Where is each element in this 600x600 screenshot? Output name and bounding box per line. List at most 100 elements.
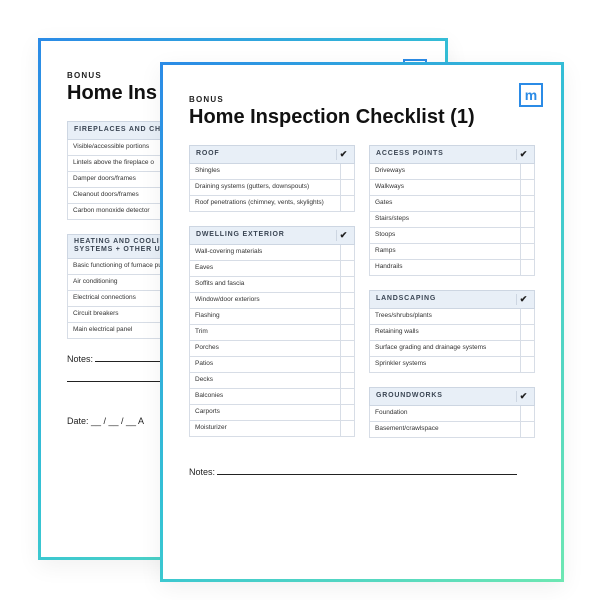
- item-label: Ramps: [370, 244, 520, 259]
- checkbox-cell[interactable]: [520, 325, 534, 340]
- checkbox-cell[interactable]: [520, 212, 534, 227]
- checkbox-cell[interactable]: [520, 406, 534, 421]
- item-label: Trees/shrubs/plants: [370, 309, 520, 324]
- section-header: ROOF ✔: [189, 145, 355, 164]
- checkbox-cell[interactable]: [340, 164, 354, 179]
- checklist-row: Patios: [189, 357, 355, 373]
- section-header: ACCESS POINTS ✔: [369, 145, 535, 164]
- item-label: Retaining walls: [370, 325, 520, 340]
- checkbox-cell[interactable]: [340, 277, 354, 292]
- checkbox-cell[interactable]: [520, 228, 534, 243]
- checkbox-cell[interactable]: [340, 309, 354, 324]
- checkbox-cell[interactable]: [340, 261, 354, 276]
- checklist-row: Moisturizer: [189, 421, 355, 437]
- checkbox-cell[interactable]: [340, 405, 354, 420]
- checklist-row: Trim: [189, 325, 355, 341]
- check-icon: ✔: [516, 294, 530, 305]
- page-title: Home Inspection Checklist (1): [189, 106, 535, 129]
- checklist-row: Walkways: [369, 180, 535, 196]
- item-label: Porches: [190, 341, 340, 356]
- item-label: Wall-covering materials: [190, 245, 340, 260]
- section-dwelling-exterior: DWELLING EXTERIOR ✔ Wall-covering materi…: [189, 226, 355, 437]
- checkbox-cell[interactable]: [340, 293, 354, 308]
- brand-logo-icon: m: [519, 83, 543, 107]
- checkbox-cell[interactable]: [520, 422, 534, 437]
- checklist-row: Sprinkler systems: [369, 357, 535, 373]
- checkbox-cell[interactable]: [340, 421, 354, 436]
- item-label: Foundation: [370, 406, 520, 421]
- checklist-row: Gates: [369, 196, 535, 212]
- left-column: ROOF ✔ Shingles Draining systems (gutter…: [189, 145, 355, 452]
- checkbox-cell[interactable]: [340, 357, 354, 372]
- item-label: Driveways: [370, 164, 520, 179]
- checklist-row: Eaves: [189, 261, 355, 277]
- checklist-row: Carports: [189, 405, 355, 421]
- section-header: LANDSCAPING ✔: [369, 290, 535, 309]
- checklist-row: Trees/shrubs/plants: [369, 309, 535, 325]
- item-label: Draining systems (gutters, downspouts): [190, 180, 340, 195]
- section-landscaping: LANDSCAPING ✔ Trees/shrubs/plants Retain…: [369, 290, 535, 373]
- checklist-row: Ramps: [369, 244, 535, 260]
- section-header: GROUNDWORKS ✔: [369, 387, 535, 406]
- columns: ROOF ✔ Shingles Draining systems (gutter…: [189, 145, 535, 452]
- canvas: m BONUS Home Ins FIREPLACES AND CHIMN ✔ …: [0, 0, 600, 600]
- checklist-row: Flashing: [189, 309, 355, 325]
- section-name: GROUNDWORKS: [376, 392, 516, 400]
- checkbox-cell[interactable]: [520, 341, 534, 356]
- item-label: Stairs/steps: [370, 212, 520, 227]
- checklist-row: Handrails: [369, 260, 535, 276]
- checklist-row: Draining systems (gutters, downspouts): [189, 180, 355, 196]
- item-label: Balconies: [190, 389, 340, 404]
- checklist-row: Driveways: [369, 164, 535, 180]
- checklist-row: Porches: [189, 341, 355, 357]
- checklist-row: Window/door exteriors: [189, 293, 355, 309]
- item-label: Gates: [370, 196, 520, 211]
- checkbox-cell[interactable]: [520, 196, 534, 211]
- item-label: Soffits and fascia: [190, 277, 340, 292]
- checkbox-cell[interactable]: [520, 357, 534, 372]
- section-roof: ROOF ✔ Shingles Draining systems (gutter…: [189, 145, 355, 212]
- item-label: Surface grading and drainage systems: [370, 341, 520, 356]
- checkbox-cell[interactable]: [520, 244, 534, 259]
- checkbox-cell[interactable]: [520, 164, 534, 179]
- section-name: LANDSCAPING: [376, 295, 516, 303]
- checkbox-cell[interactable]: [340, 325, 354, 340]
- notes-label: Notes:: [67, 354, 93, 364]
- checkbox-cell[interactable]: [340, 373, 354, 388]
- section-access-points: ACCESS POINTS ✔ Driveways Walkways Gates…: [369, 145, 535, 276]
- checklist-row: Soffits and fascia: [189, 277, 355, 293]
- checkbox-cell[interactable]: [520, 180, 534, 195]
- item-label: Moisturizer: [190, 421, 340, 436]
- checkbox-cell[interactable]: [520, 260, 534, 275]
- item-label: Shingles: [190, 164, 340, 179]
- check-icon: ✔: [336, 149, 350, 160]
- checkbox-cell[interactable]: [340, 180, 354, 195]
- item-label: Flashing: [190, 309, 340, 324]
- item-label: Decks: [190, 373, 340, 388]
- checklist-row: Decks: [189, 373, 355, 389]
- notes-area: Notes:: [189, 466, 535, 477]
- notes-line[interactable]: [217, 466, 517, 475]
- item-label: Trim: [190, 325, 340, 340]
- checklist-row: Foundation: [369, 406, 535, 422]
- checklist-row: Retaining walls: [369, 325, 535, 341]
- checkbox-cell[interactable]: [520, 309, 534, 324]
- section-name: ROOF: [196, 150, 336, 158]
- item-label: Walkways: [370, 180, 520, 195]
- item-label: Roof penetrations (chimney, vents, skyli…: [190, 196, 340, 211]
- item-label: Sprinkler systems: [370, 357, 520, 372]
- checklist-row: Basement/crawlspace: [369, 422, 535, 438]
- checkbox-cell[interactable]: [340, 341, 354, 356]
- checklist-row: Wall-covering materials: [189, 245, 355, 261]
- section-name: DWELLING EXTERIOR: [196, 231, 336, 239]
- section-groundworks: GROUNDWORKS ✔ Foundation Basement/crawls…: [369, 387, 535, 438]
- check-icon: ✔: [516, 149, 530, 160]
- checklist-row: Stoops: [369, 228, 535, 244]
- checkbox-cell[interactable]: [340, 245, 354, 260]
- checkbox-cell[interactable]: [340, 389, 354, 404]
- checklist-row: Roof penetrations (chimney, vents, skyli…: [189, 196, 355, 212]
- checklist-row: Shingles: [189, 164, 355, 180]
- checkbox-cell[interactable]: [340, 196, 354, 211]
- right-column: ACCESS POINTS ✔ Driveways Walkways Gates…: [369, 145, 535, 452]
- bonus-label: BONUS: [189, 95, 535, 104]
